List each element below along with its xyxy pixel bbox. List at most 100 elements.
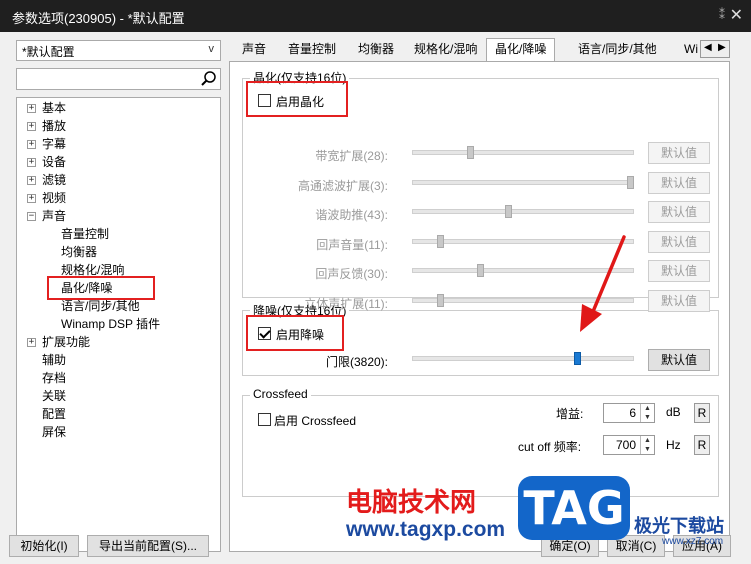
tree-item[interactable]: + 滤镜 (27, 172, 67, 189)
chevron-right-icon[interactable]: ▶ (718, 42, 726, 53)
tree-item[interactable]: 存档 (42, 370, 66, 387)
expand-icon[interactable]: + (27, 194, 36, 203)
watermark-logo: TAG (518, 476, 630, 540)
cutoff-stepper[interactable]: 700 ▲ ▼ (603, 435, 655, 455)
tree-item-label: 滤镜 (42, 173, 67, 187)
default-value-button[interactable]: 默认值 (648, 172, 710, 194)
window-title: 参数选项(230905) - *默认配置 (12, 11, 185, 26)
tree-item[interactable]: + 扩展功能 (27, 334, 91, 351)
title-bar: 参数选项(230905) - *默认配置 ⁑ ✕ (0, 0, 751, 32)
expand-icon[interactable]: + (27, 176, 36, 185)
init-button[interactable]: 初始化(I) (9, 535, 79, 557)
crystalize-param-slider[interactable] (412, 176, 634, 189)
slider-thumb[interactable] (437, 294, 444, 307)
tree-item-label: 规格化/混响 (61, 263, 125, 277)
slider-thumb[interactable] (477, 264, 484, 277)
expand-icon[interactable]: + (27, 140, 36, 149)
profile-select[interactable]: *默认配置 v (16, 40, 221, 61)
tree-item[interactable]: + 播放 (27, 118, 67, 135)
tree-item[interactable]: + 字幕 (27, 136, 67, 153)
stepper-arrows[interactable]: ▲ ▼ (640, 436, 654, 454)
stepper-arrows[interactable]: ▲ ▼ (640, 404, 654, 422)
default-value-button[interactable]: 默认值 (648, 290, 710, 312)
tab-item[interactable]: Wi (684, 39, 698, 59)
enable-denoise-checkbox[interactable] (258, 327, 271, 340)
settings-panel: 晶化(仅支持16位) 启用晶化 降噪(仅支持16位) 启用降噪 门限(3820)… (229, 61, 730, 552)
tree-item-label: 音量控制 (61, 227, 110, 241)
crystalize-param-slider[interactable] (412, 205, 634, 218)
tree-item[interactable]: 均衡器 (61, 244, 97, 261)
tab-item[interactable]: 规格化/混响 (414, 39, 477, 59)
tree-item-label: 扩展功能 (42, 335, 91, 349)
default-value-button[interactable]: 默认值 (648, 142, 710, 164)
expand-icon[interactable]: + (27, 104, 36, 113)
enable-crossfeed-checkbox[interactable] (258, 413, 271, 426)
tree-item-label: 播放 (42, 119, 67, 133)
search-icon[interactable] (200, 70, 218, 88)
tree-item[interactable]: − 声音 (27, 208, 66, 225)
gain-reset-button[interactable]: R (694, 403, 710, 423)
slider-thumb[interactable] (505, 205, 512, 218)
enable-denoise-label: 启用降噪 (276, 328, 325, 342)
threshold-slider[interactable] (412, 352, 634, 365)
crystalize-param-label: 高通滤波扩展(3): (297, 179, 388, 193)
tree-item[interactable]: 音量控制 (61, 226, 109, 243)
expand-icon[interactable]: + (27, 338, 36, 347)
tree-item[interactable]: 语言/同步/其他 (61, 298, 140, 315)
gain-unit: dB (666, 405, 681, 419)
enable-crystalize-checkbox[interactable] (258, 94, 271, 107)
export-config-button[interactable]: 导出当前配置(S)... (87, 535, 209, 557)
watermark-site-name: 极光下载站 (634, 516, 724, 536)
chevron-left-icon[interactable]: ◀ (704, 42, 712, 53)
crystalize-param-label: 立体声扩展(11): (304, 297, 388, 311)
tree-item[interactable]: 关联 (42, 388, 66, 405)
tab-item[interactable]: 晶化/降噪 (486, 38, 556, 61)
tab-item[interactable]: 语言/同步/其他 (578, 39, 657, 59)
default-value-button[interactable]: 默认值 (648, 231, 710, 253)
tree-item[interactable]: + 视频 (27, 190, 67, 207)
watermark-text: 电脑技术网 (346, 487, 477, 517)
chevron-down-icon[interactable]: ▼ (644, 446, 651, 453)
slider-thumb[interactable] (574, 352, 581, 365)
enable-crystalize-label: 启用晶化 (276, 95, 325, 109)
default-value-button[interactable]: 默认值 (648, 201, 710, 223)
gain-label: 增益: (556, 407, 584, 421)
pin-icon[interactable]: ⁑ (719, 8, 725, 22)
search-input[interactable] (16, 68, 221, 90)
crystalize-param-slider[interactable] (412, 146, 634, 159)
threshold-label: 门限(3820): (325, 355, 388, 369)
watermark-url: www.tagxp.com (346, 518, 506, 541)
slider-thumb[interactable] (467, 146, 474, 159)
chevron-up-icon[interactable]: ▲ (644, 437, 651, 444)
slider-thumb[interactable] (437, 235, 444, 248)
tree-item[interactable]: Winamp DSP 插件 (61, 316, 160, 333)
tree-item[interactable]: 辅助 (42, 352, 66, 369)
crystalize-param-label: 回声反馈(30): (315, 267, 388, 281)
tree-item[interactable]: + 设备 (27, 154, 66, 171)
tree-item[interactable]: + 基本 (27, 100, 66, 117)
tab-item[interactable]: 音量控制 (288, 39, 336, 59)
expand-icon[interactable]: + (27, 158, 36, 167)
enable-crossfeed-label: 启用 Crossfeed (274, 414, 357, 428)
tab-item[interactable]: 声音 (242, 39, 266, 59)
collapse-icon[interactable]: − (27, 212, 36, 221)
cutoff-value: 700 (615, 438, 636, 452)
slider-thumb[interactable] (627, 176, 634, 189)
expand-icon[interactable]: + (27, 122, 36, 131)
chevron-up-icon[interactable]: ▲ (644, 405, 651, 412)
close-icon[interactable]: ✕ (730, 5, 743, 25)
gain-value: 6 (629, 406, 636, 420)
cutoff-unit: Hz (666, 438, 681, 452)
tree-item-label: 字幕 (42, 137, 67, 151)
tree-item[interactable]: 配置 (42, 406, 66, 423)
tab-scroll[interactable]: ◀ ▶ (700, 40, 730, 58)
tree-item-label: Winamp DSP 插件 (61, 317, 161, 331)
tab-item[interactable]: 均衡器 (358, 39, 394, 59)
tree-item-label: 视频 (42, 191, 67, 205)
threshold-default-button[interactable]: 默认值 (648, 349, 710, 371)
chevron-down-icon[interactable]: ▼ (644, 414, 651, 421)
cutoff-reset-button[interactable]: R (694, 435, 710, 455)
gain-stepper[interactable]: 6 ▲ ▼ (603, 403, 655, 423)
tree-item[interactable]: 屏保 (42, 424, 66, 441)
default-value-button[interactable]: 默认值 (648, 260, 710, 282)
